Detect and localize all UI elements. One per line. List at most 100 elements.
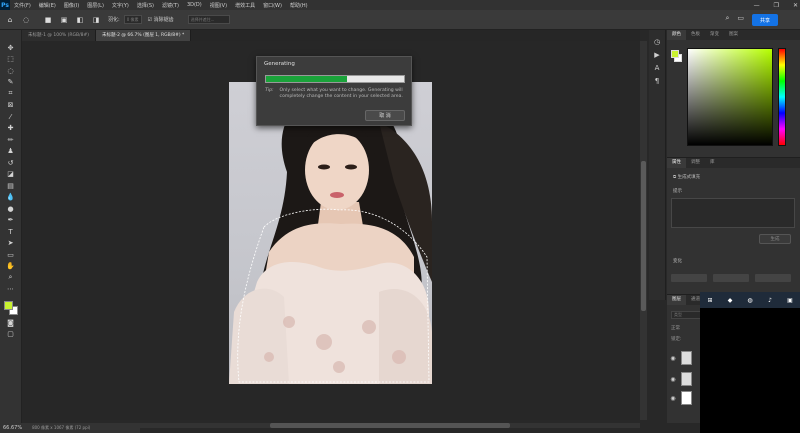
properties-panel-tabs: 属性 调整 库 [667, 158, 800, 168]
actions-icon[interactable]: ▶ [654, 51, 659, 59]
minimize-icon[interactable]: — [754, 2, 760, 9]
menu-edit[interactable]: 编辑(E) [35, 2, 60, 9]
healing-brush-tool-icon[interactable]: ✚ [4, 123, 18, 135]
maximize-icon[interactable]: ❐ [774, 2, 779, 9]
document-canvas[interactable] [229, 82, 432, 384]
vertical-scrollbar[interactable] [640, 41, 647, 420]
generating-dialog: Generating Tip: Only select what you wan… [256, 56, 412, 126]
history-brush-tool-icon[interactable]: ↺ [4, 157, 18, 169]
color-picker-field[interactable] [687, 48, 773, 146]
move-tool-icon[interactable]: ✥ [4, 42, 18, 54]
menu-window[interactable]: 窗口(W) [259, 2, 286, 9]
history-icon[interactable]: ◷ [654, 38, 660, 46]
feather-input[interactable]: 0 像素 [123, 15, 142, 24]
menu-select[interactable]: 选择(S) [133, 2, 158, 9]
zoom-tool-icon[interactable]: ⌕ [4, 272, 18, 284]
options-right-icons: ⌕ ▭ [725, 14, 744, 23]
hue-slider[interactable] [778, 48, 786, 146]
intersect-selection-icon[interactable]: ◨ [90, 14, 102, 26]
vertical-scroll-thumb[interactable] [641, 161, 646, 311]
menu-image[interactable]: 图像(I) [60, 2, 83, 9]
tab-adjustments[interactable]: 调整 [686, 158, 705, 168]
app-icon[interactable]: ▣ [785, 295, 795, 305]
tab-properties[interactable]: 属性 [667, 158, 686, 168]
variation-thumb[interactable] [713, 274, 749, 282]
more-tools-icon[interactable]: ⋯ [4, 284, 18, 296]
tab-libraries[interactable]: 库 [705, 158, 720, 168]
tab-patterns[interactable]: 图案 [724, 30, 743, 40]
prompt-input[interactable] [671, 198, 795, 228]
pen-tool-icon[interactable]: ✒ [4, 215, 18, 227]
variation-thumb[interactable] [755, 274, 791, 282]
type-tool-icon[interactable]: T [4, 226, 18, 238]
color-swatches[interactable] [3, 299, 19, 317]
tab-document-1[interactable]: 未标题-1 @ 100% (RGB/8#) [22, 30, 97, 41]
tiktok-icon[interactable]: ♪ [765, 295, 775, 305]
add-selection-icon[interactable]: ▣ [58, 14, 70, 26]
quick-mask-icon[interactable]: ◙ [4, 317, 18, 329]
layer-filter-input[interactable]: 类型 [671, 311, 701, 319]
hand-tool-icon[interactable]: ✋ [4, 261, 18, 273]
workspace-icon[interactable]: ▭ [737, 14, 744, 23]
share-button[interactable]: 共享 [752, 14, 778, 26]
app-icon[interactable]: ◆ [725, 295, 735, 305]
menu-file[interactable]: 文件(F) [10, 2, 35, 9]
photoshop-logo: Ps [0, 0, 10, 10]
brush-tool-icon[interactable]: ✏ [4, 134, 18, 146]
select-and-mask-button[interactable]: 选择并遮住... [187, 15, 230, 24]
close-icon[interactable]: ✕ [793, 2, 798, 9]
horizontal-scrollbar[interactable] [140, 423, 640, 428]
menu-3d[interactable]: 3D(D) [183, 2, 206, 8]
tab-layers[interactable]: 图层 [667, 295, 686, 305]
search-icon[interactable]: ⌕ [725, 14, 729, 23]
dodge-tool-icon[interactable]: ● [4, 203, 18, 215]
chat-icon[interactable]: ◍ [745, 295, 755, 305]
menu-help[interactable]: 帮助(H) [286, 2, 312, 9]
window-controls: — ❐ ✕ [754, 0, 798, 10]
menu-plugins[interactable]: 增效工具 [231, 2, 259, 9]
quick-select-tool-icon[interactable]: ✎ [4, 77, 18, 89]
menu-view[interactable]: 视图(V) [206, 2, 231, 9]
windows-icon[interactable]: ⊞ [705, 295, 715, 305]
blur-tool-icon[interactable]: 💧 [4, 192, 18, 204]
subtract-selection-icon[interactable]: ◧ [74, 14, 86, 26]
cancel-button[interactable]: 取 消 [365, 110, 405, 121]
lasso-tool-preset-icon[interactable]: ◌ [20, 14, 32, 26]
document-info[interactable]: 800 像素 x 1067 像素 (72 ppi) [22, 425, 90, 431]
frame-tool-icon[interactable]: ⊠ [4, 100, 18, 112]
crop-tool-icon[interactable]: ⌗ [4, 88, 18, 100]
tab-swatches[interactable]: 色板 [686, 30, 705, 40]
zoom-level[interactable]: 66.67% [0, 425, 22, 431]
eye-icon[interactable]: ◉ [667, 395, 679, 402]
marquee-tool-icon[interactable]: ⬚ [4, 54, 18, 66]
variation-thumb[interactable] [671, 274, 707, 282]
clone-stamp-tool-icon[interactable]: ♟ [4, 146, 18, 158]
antialias-checkbox[interactable]: ☑ 消除锯齿 [148, 16, 174, 23]
panel-foreground-swatch[interactable] [671, 50, 679, 58]
character-icon[interactable]: A [655, 64, 660, 72]
horizontal-scroll-thumb[interactable] [270, 423, 510, 428]
path-select-tool-icon[interactable]: ➤ [4, 238, 18, 250]
gradient-tool-icon[interactable]: ▤ [4, 180, 18, 192]
paragraph-icon[interactable]: ¶ [655, 77, 659, 85]
foreground-color-swatch[interactable] [3, 301, 13, 310]
layer-thumbnail [681, 372, 692, 386]
lasso-tool-icon[interactable]: ◌ [4, 65, 18, 77]
generate-button[interactable]: 生成 [759, 234, 791, 244]
home-icon[interactable]: ⌂ [4, 14, 16, 26]
menu-layer[interactable]: 图层(L) [83, 2, 108, 9]
eraser-tool-icon[interactable]: ◪ [4, 169, 18, 181]
menu-type[interactable]: 文字(Y) [108, 2, 133, 9]
blend-mode-select[interactable]: 正常 [671, 325, 680, 331]
eyedropper-tool-icon[interactable]: ⁄ [4, 111, 18, 123]
menu-filter[interactable]: 滤镜(T) [158, 2, 183, 9]
status-bar: 66.67% 800 像素 x 1067 像素 (72 ppi) [0, 423, 140, 433]
new-selection-icon[interactable]: ■ [42, 14, 54, 26]
tab-document-2[interactable]: 未标题-2 @ 66.7% (图层 1, RGB/8#) * [96, 30, 192, 41]
tab-color[interactable]: 颜色 [667, 30, 686, 40]
tab-gradients[interactable]: 渐变 [705, 30, 724, 40]
eye-icon[interactable]: ◉ [667, 376, 679, 383]
eye-icon[interactable]: ◉ [667, 355, 679, 362]
rectangle-tool-icon[interactable]: ▭ [4, 249, 18, 261]
screen-mode-icon[interactable]: ▢ [4, 329, 18, 341]
